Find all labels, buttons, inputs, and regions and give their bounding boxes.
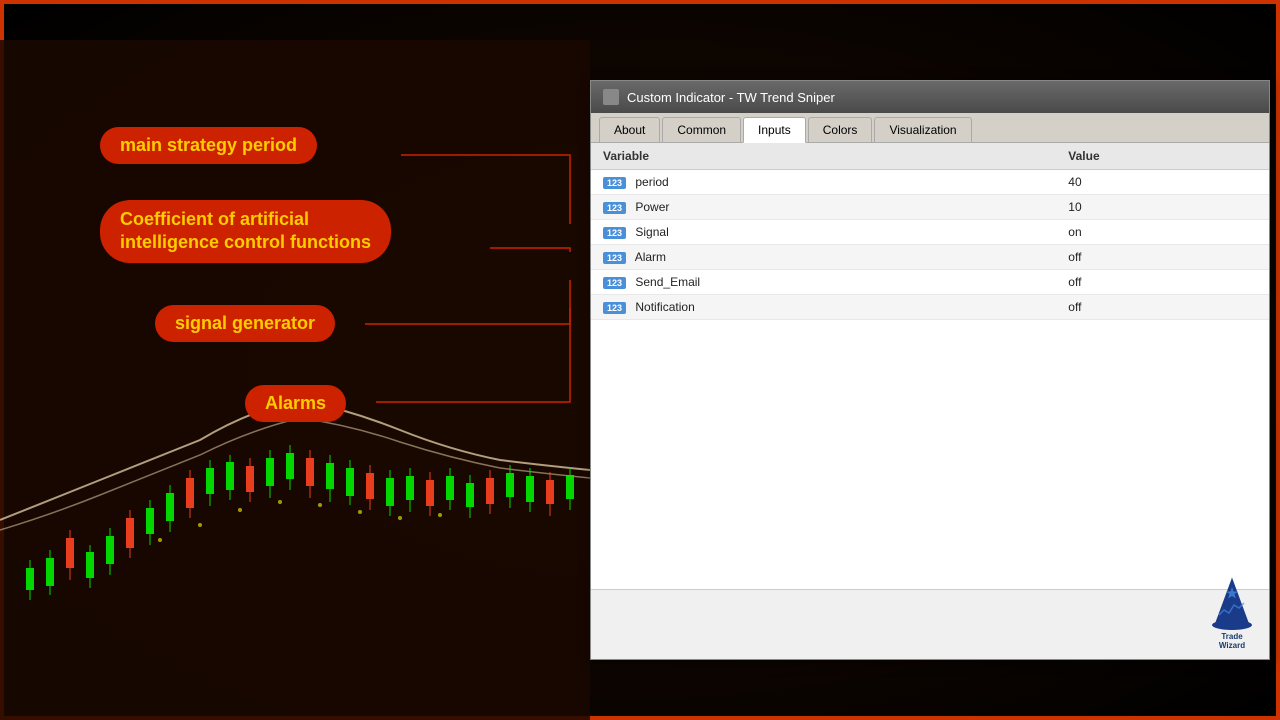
tab-common[interactable]: Common — [662, 117, 741, 142]
params-table: Variable Value 123 period 40 123 Power 1… — [591, 143, 1269, 320]
annotation-alarms: Alarms — [245, 385, 346, 422]
cell-value: 10 — [1056, 195, 1269, 220]
dialog-content: Variable Value 123 period 40 123 Power 1… — [591, 143, 1269, 589]
cell-variable: 123 Notification — [591, 295, 1056, 320]
table-row[interactable]: 123 Send_Email off — [591, 270, 1269, 295]
variable-name: Power — [635, 200, 669, 214]
type-badge: 123 — [603, 177, 626, 189]
cell-value: off — [1056, 270, 1269, 295]
cell-variable: 123 period — [591, 170, 1056, 195]
indicator-dialog: Custom Indicator - TW Trend Sniper About… — [590, 80, 1270, 660]
table-row[interactable]: 123 Signal on — [591, 220, 1269, 245]
dialog-titlebar: Custom Indicator - TW Trend Sniper — [591, 81, 1269, 113]
cell-value: off — [1056, 295, 1269, 320]
cell-value: on — [1056, 220, 1269, 245]
annotation-signal-gen: signal generator — [155, 305, 335, 342]
coefficient-label-text: Coefficient of artificialintelligence co… — [120, 209, 371, 252]
variable-name: Signal — [635, 225, 668, 239]
col-value: Value — [1056, 143, 1269, 170]
cell-value: off — [1056, 245, 1269, 270]
table-row[interactable]: 123 period 40 — [591, 170, 1269, 195]
variable-name: Alarm — [635, 250, 666, 264]
annotation-main-strategy: main strategy period — [100, 127, 317, 164]
type-badge: 123 — [603, 302, 626, 314]
table-row[interactable]: 123 Alarm off — [591, 245, 1269, 270]
tab-colors[interactable]: Colors — [808, 117, 873, 142]
tab-about[interactable]: About — [599, 117, 660, 142]
dialog-icon — [603, 89, 619, 105]
annotation-coefficient: Coefficient of artificialintelligence co… — [100, 200, 391, 263]
variable-name: Send_Email — [635, 275, 700, 289]
col-variable: Variable — [591, 143, 1056, 170]
table-row[interactable]: 123 Power 10 — [591, 195, 1269, 220]
variable-name: Notification — [635, 300, 694, 314]
type-badge: 123 — [603, 277, 626, 289]
cell-value: 40 — [1056, 170, 1269, 195]
type-badge: 123 — [603, 252, 626, 264]
type-badge: 123 — [603, 227, 626, 239]
cell-variable: 123 Alarm — [591, 245, 1056, 270]
type-badge: 123 — [603, 202, 626, 214]
annotations-container: main strategy period Coefficient of arti… — [0, 0, 590, 480]
cell-variable: 123 Signal — [591, 220, 1056, 245]
dialog-footer: TradeWizard — [591, 589, 1269, 659]
logo-text: TradeWizard — [1219, 632, 1245, 651]
tab-visualization[interactable]: Visualization — [874, 117, 971, 142]
logo-area: TradeWizard — [1207, 577, 1257, 651]
wizard-logo — [1207, 577, 1257, 632]
table-row[interactable]: 123 Notification off — [591, 295, 1269, 320]
variable-name: period — [635, 175, 668, 189]
cell-variable: 123 Power — [591, 195, 1056, 220]
dialog-title: Custom Indicator - TW Trend Sniper — [627, 90, 835, 105]
cell-variable: 123 Send_Email — [591, 270, 1056, 295]
dialog-tabs: About Common Inputs Colors Visualization — [591, 113, 1269, 143]
tab-inputs[interactable]: Inputs — [743, 117, 806, 143]
